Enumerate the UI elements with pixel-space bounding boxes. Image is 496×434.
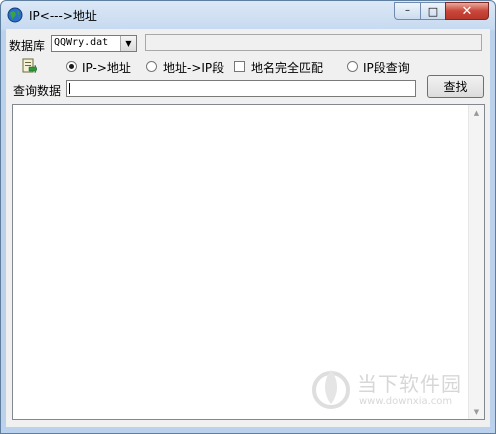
chevron-down-icon[interactable]: ▼ xyxy=(120,36,136,51)
watermark-url: www.downxia.com xyxy=(359,396,453,407)
close-icon: ✕ xyxy=(461,3,473,19)
exact-match-label[interactable]: 地名完全匹配 xyxy=(251,59,323,76)
status-box xyxy=(145,34,482,51)
minimize-button[interactable]: – xyxy=(394,2,420,20)
radio-ip-to-address[interactable] xyxy=(66,61,77,72)
globe-icon xyxy=(7,7,23,23)
radio-ip-range-query[interactable] xyxy=(347,61,358,72)
query-label: 查询数据 xyxy=(13,84,62,98)
database-select[interactable]: QQWry.dat ▼ xyxy=(51,35,137,52)
exact-match-checkbox[interactable] xyxy=(234,61,245,72)
close-button[interactable]: ✕ xyxy=(445,2,489,20)
minimize-icon: – xyxy=(405,5,410,16)
app-window: IP<--->地址 – □ ✕ 数据库 QQWry.dat ▼ IP->地址 地… xyxy=(0,0,496,434)
text-caret xyxy=(69,83,70,94)
search-button-label: 查找 xyxy=(443,80,468,94)
search-button[interactable]: 查找 xyxy=(427,75,484,98)
database-select-value: QQWry.dat xyxy=(54,37,109,48)
query-input[interactable] xyxy=(66,80,416,97)
database-label: 数据库 xyxy=(9,39,46,53)
radio-address-to-ip[interactable] xyxy=(146,61,157,72)
title-bar[interactable]: IP<--->地址 – □ ✕ xyxy=(1,1,495,29)
watermark-logo-icon xyxy=(312,370,350,409)
client-area: 数据库 QQWry.dat ▼ IP->地址 地址->IP段 地名完全匹配 IP… xyxy=(6,29,490,427)
watermark-text: 当下软件园 xyxy=(357,372,462,396)
radio-ip-range-query-label[interactable]: IP段查询 xyxy=(363,59,410,76)
radio-address-to-ip-label[interactable]: 地址->IP段 xyxy=(163,59,224,76)
scroll-up-icon[interactable]: ▲ xyxy=(469,105,484,120)
window-title: IP<--->地址 xyxy=(29,9,97,23)
radio-ip-to-address-label[interactable]: IP->地址 xyxy=(82,59,131,76)
scroll-down-icon[interactable]: ▼ xyxy=(469,404,484,419)
maximize-button[interactable]: □ xyxy=(420,2,445,20)
maximize-icon: □ xyxy=(427,4,439,18)
watermark: 当下软件园 www.downxia.com xyxy=(311,364,471,414)
export-icon[interactable] xyxy=(21,58,37,74)
